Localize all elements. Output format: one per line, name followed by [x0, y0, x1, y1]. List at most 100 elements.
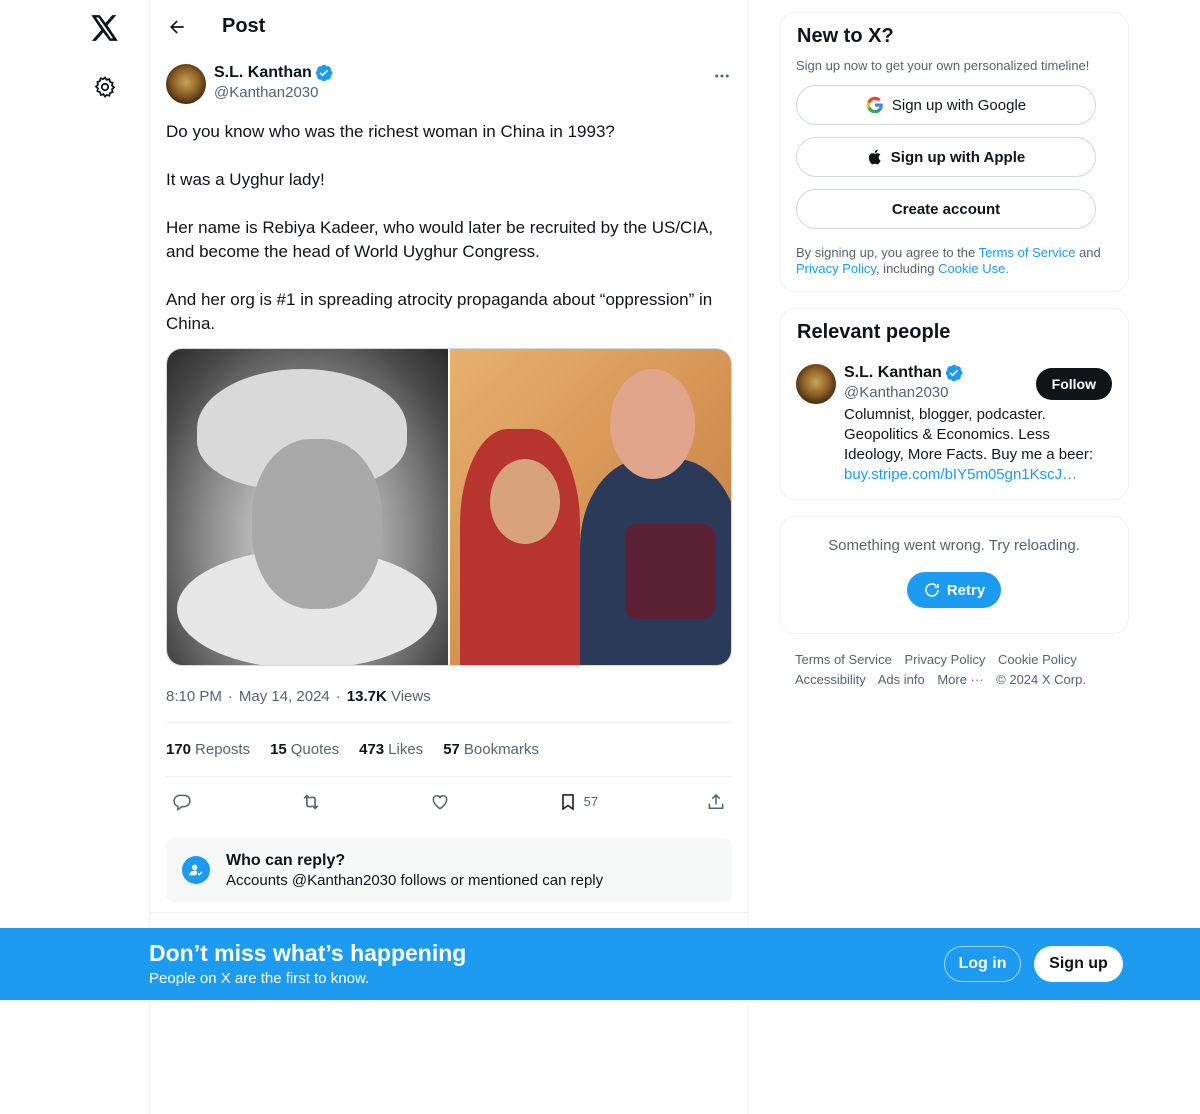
sidebar-footer: Terms of Service Privacy Policy Cookie P…: [779, 650, 1129, 690]
bookmark-button[interactable]: 57: [552, 792, 604, 812]
post-media[interactable]: [166, 348, 732, 666]
bookmark-count: 57: [583, 794, 599, 809]
footer-more-link[interactable]: More ···: [937, 672, 983, 687]
terms-link[interactable]: Terms of Service: [979, 245, 1076, 260]
meta-separator: ·: [227, 687, 233, 705]
footer-terms-link[interactable]: Terms of Service: [795, 652, 892, 667]
banner-title: Don’t miss what’s happening: [149, 940, 467, 966]
signup-card: New to X? Sign up now to get your own pe…: [779, 12, 1129, 292]
create-account-button[interactable]: Create account: [796, 189, 1096, 229]
bookmarks-count: 57: [443, 741, 460, 758]
login-button[interactable]: Log in: [944, 946, 1021, 982]
quotes-label: Quotes: [290, 741, 340, 758]
likes-stat[interactable]: 473 Likes: [359, 741, 423, 758]
relevant-person-bio: Columnist, blogger, podcaster. Geopoliti…: [844, 405, 1112, 485]
footer-cookie-link[interactable]: Cookie Policy: [998, 652, 1077, 667]
signup-card-title: New to X?: [797, 25, 894, 47]
post-author: S.L. Kanthan @Kanthan2030: [150, 64, 748, 118]
like-button[interactable]: [424, 792, 456, 812]
reply-button[interactable]: [166, 792, 198, 812]
gear-icon[interactable]: [91, 73, 119, 101]
bookmark-icon: [561, 793, 574, 811]
post-text: Do you know who was the richest woman in…: [166, 122, 714, 333]
signup-apple-button[interactable]: Sign up with Apple: [796, 137, 1096, 177]
meta-separator: ·: [335, 687, 341, 705]
avatar[interactable]: [796, 364, 836, 404]
follow-button[interactable]: Follow: [1035, 368, 1112, 400]
legal-and: and: [1079, 245, 1101, 260]
refresh-icon: [925, 583, 939, 597]
author-name[interactable]: S.L. Kanthan: [214, 64, 312, 82]
views-count: 13.7K: [346, 687, 387, 705]
signup-legal-text: By signing up, you agree to the Terms of…: [796, 245, 1112, 277]
footer-accessibility-link[interactable]: Accessibility: [795, 672, 866, 687]
quotes-count: 15: [270, 741, 287, 758]
reply-icon: [173, 794, 191, 811]
error-message: Something went wrong. Try reloading.: [828, 537, 1080, 554]
views-label: Views: [390, 687, 431, 705]
share-button[interactable]: [700, 792, 732, 812]
relevant-people-card: Relevant people S.L. Kanthan @Kanthan203…: [779, 308, 1129, 500]
post-actions: 57: [150, 777, 748, 826]
signup-google-label: Sign up with Google: [891, 96, 1027, 114]
repost-button[interactable]: [294, 791, 328, 813]
legal-prefix: By signing up, you agree to the: [796, 245, 976, 260]
footer-privacy-link[interactable]: Privacy Policy: [904, 652, 985, 667]
who-can-reply: Who can reply? Accounts @Kanthan2030 fol…: [166, 838, 732, 902]
right-sidebar: New to X? Sign up now to get your own pe…: [779, 12, 1129, 690]
reposts-count: 170: [166, 741, 192, 758]
retry-label: Retry: [946, 581, 986, 599]
repost-icon: [303, 793, 319, 810]
google-icon: [866, 96, 883, 114]
bio-link[interactable]: buy.stripe.com/bIY5m05gn1KscJ…: [844, 466, 1077, 483]
top-bar: Post: [150, 0, 748, 53]
footer-ads-link[interactable]: Ads info: [878, 672, 925, 687]
avatar[interactable]: [166, 64, 206, 104]
post-photo-1[interactable]: [167, 349, 448, 665]
user-check-icon: [182, 856, 210, 884]
relevant-person[interactable]: S.L. Kanthan @Kanthan2030 Columnist, blo…: [796, 364, 1112, 485]
more-options-icon[interactable]: [712, 66, 732, 86]
share-icon: [708, 793, 724, 809]
likes-count: 473: [359, 741, 385, 758]
legal-including: , including: [875, 261, 935, 276]
retry-button[interactable]: Retry: [906, 572, 1002, 608]
relevant-person-name[interactable]: S.L. Kanthan: [844, 364, 942, 382]
error-card: Something went wrong. Try reloading. Ret…: [779, 516, 1129, 634]
signup-banner: Don’t miss what’s happening People on X …: [0, 928, 1200, 1000]
author-handle[interactable]: @Kanthan2030: [214, 84, 333, 101]
who-can-reply-subtitle: Accounts @Kanthan2030 follows or mention…: [226, 871, 604, 889]
relevant-people-title: Relevant people: [797, 321, 951, 343]
apple-icon: [868, 149, 881, 165]
author-names: S.L. Kanthan @Kanthan2030: [214, 64, 333, 101]
x-logo-icon[interactable]: [89, 12, 121, 44]
signup-apple-label: Sign up with Apple: [890, 148, 1026, 166]
divider: [150, 912, 748, 913]
privacy-link[interactable]: Privacy Policy: [796, 261, 876, 276]
post-time[interactable]: 8:10 PM: [166, 688, 222, 705]
likes-label: Likes: [388, 741, 424, 758]
cookie-link[interactable]: Cookie Use.: [938, 261, 1009, 276]
post-date[interactable]: May 14, 2024: [239, 688, 330, 705]
bookmarks-stat[interactable]: 57 Bookmarks: [443, 741, 539, 758]
signup-button[interactable]: Sign up: [1034, 946, 1123, 982]
signup-card-subtitle: Sign up now to get your own personalized…: [796, 58, 1090, 73]
bio-text: Columnist, blogger, podcaster. Geopoliti…: [844, 406, 1094, 463]
page-title: Post: [222, 15, 266, 37]
reposts-stat[interactable]: 170 Reposts: [166, 741, 250, 758]
footer-copyright: © 2024 X Corp.: [996, 672, 1086, 687]
verified-badge-icon: [945, 364, 963, 382]
verified-badge-icon: [315, 64, 333, 82]
post-photo-2[interactable]: [450, 349, 731, 665]
banner-subtitle: People on X are the first to know.: [149, 970, 370, 987]
bookmarks-label: Bookmarks: [463, 741, 539, 758]
quotes-stat[interactable]: 15 Quotes: [270, 741, 339, 758]
reposts-label: Reposts: [195, 741, 251, 758]
heart-icon: [432, 794, 448, 810]
views-count-wrap: 13.7K Views: [347, 688, 431, 705]
who-can-reply-title: Who can reply?: [226, 851, 346, 869]
post-meta: 8:10 PM · May 14, 2024 · 13.7K Views: [150, 686, 748, 706]
signup-google-button[interactable]: Sign up with Google: [796, 85, 1096, 125]
back-arrow-icon[interactable]: [166, 16, 188, 38]
post-stats: 170 Reposts 15 Quotes 473 Likes 57 Bookmarks: [150, 723, 748, 776]
